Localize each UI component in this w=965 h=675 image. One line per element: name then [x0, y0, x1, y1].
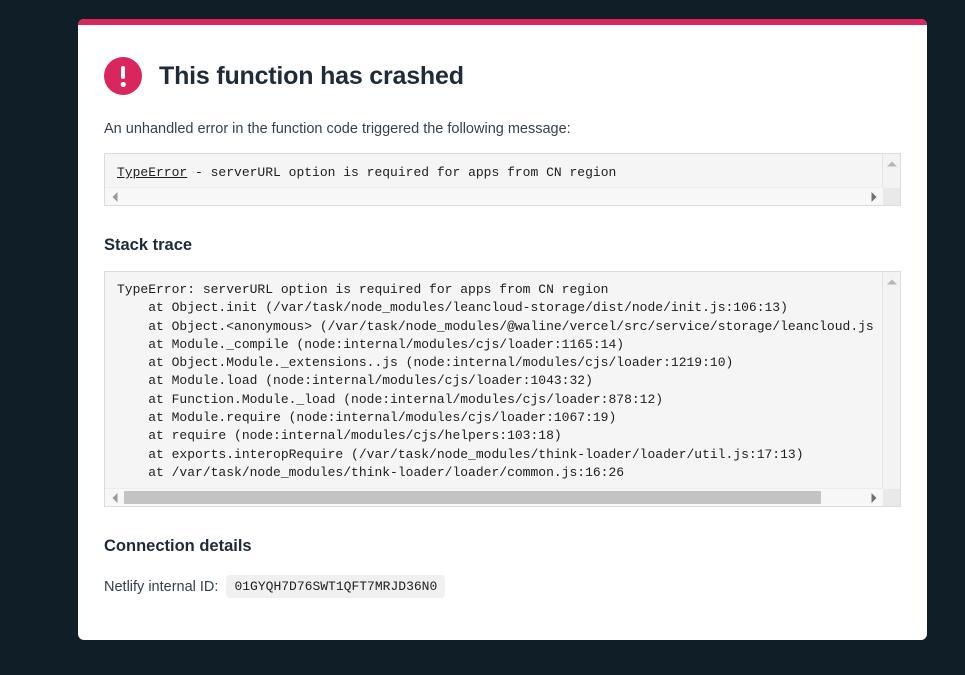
page-title: This function has crashed [159, 61, 464, 90]
card-body: This function has crashed An unhandled e… [78, 25, 927, 598]
scrollbar-corner [883, 188, 900, 205]
netlify-internal-id-label: Netlify internal ID: [104, 578, 219, 595]
scroll-up-arrow-icon[interactable] [883, 274, 900, 289]
error-message-separator: - [187, 165, 211, 180]
error-message-text: TypeError - serverURL option is required… [105, 154, 900, 181]
crash-subtitle: An unhandled error in the function code … [104, 121, 571, 137]
error-message-body: serverURL option is required for apps fr… [210, 165, 617, 180]
scroll-right-arrow-icon[interactable] [866, 188, 881, 205]
exclamation-dot [120, 82, 126, 87]
stack-trace-box: TypeError: serverURL option is required … [104, 271, 901, 507]
scroll-right-arrow-icon[interactable] [866, 489, 881, 506]
stack-trace-horizontal-scrollbar[interactable] [105, 488, 883, 506]
error-type-link[interactable]: TypeError [117, 165, 187, 180]
exclamation-stem [121, 66, 125, 79]
connection-details-row: Netlify internal ID: 01GYQH7D76SWT1QFT7M… [104, 575, 901, 598]
scrollbar-corner [883, 489, 900, 506]
scroll-up-arrow-icon[interactable] [883, 156, 900, 171]
error-message-box: TypeError - serverURL option is required… [104, 153, 901, 206]
crash-title-row: This function has crashed [104, 57, 901, 95]
netlify-internal-id-value[interactable]: 01GYQH7D76SWT1QFT7MRJD36N0 [226, 575, 446, 598]
alert-exclamation-circle-icon [104, 57, 142, 95]
connection-details-heading: Connection details [104, 537, 252, 555]
function-crash-card: This function has crashed An unhandled e… [78, 19, 927, 640]
stack-trace-vertical-scrollbar[interactable] [882, 272, 900, 506]
scroll-left-arrow-icon[interactable] [107, 489, 122, 506]
stack-trace-text: TypeError: serverURL option is required … [117, 282, 874, 480]
scroll-left-arrow-icon[interactable] [107, 188, 122, 205]
stack-trace-heading: Stack trace [104, 236, 193, 254]
error-message-horizontal-scrollbar[interactable] [105, 187, 883, 205]
stack-trace-hscroll-thumb[interactable] [124, 491, 821, 504]
